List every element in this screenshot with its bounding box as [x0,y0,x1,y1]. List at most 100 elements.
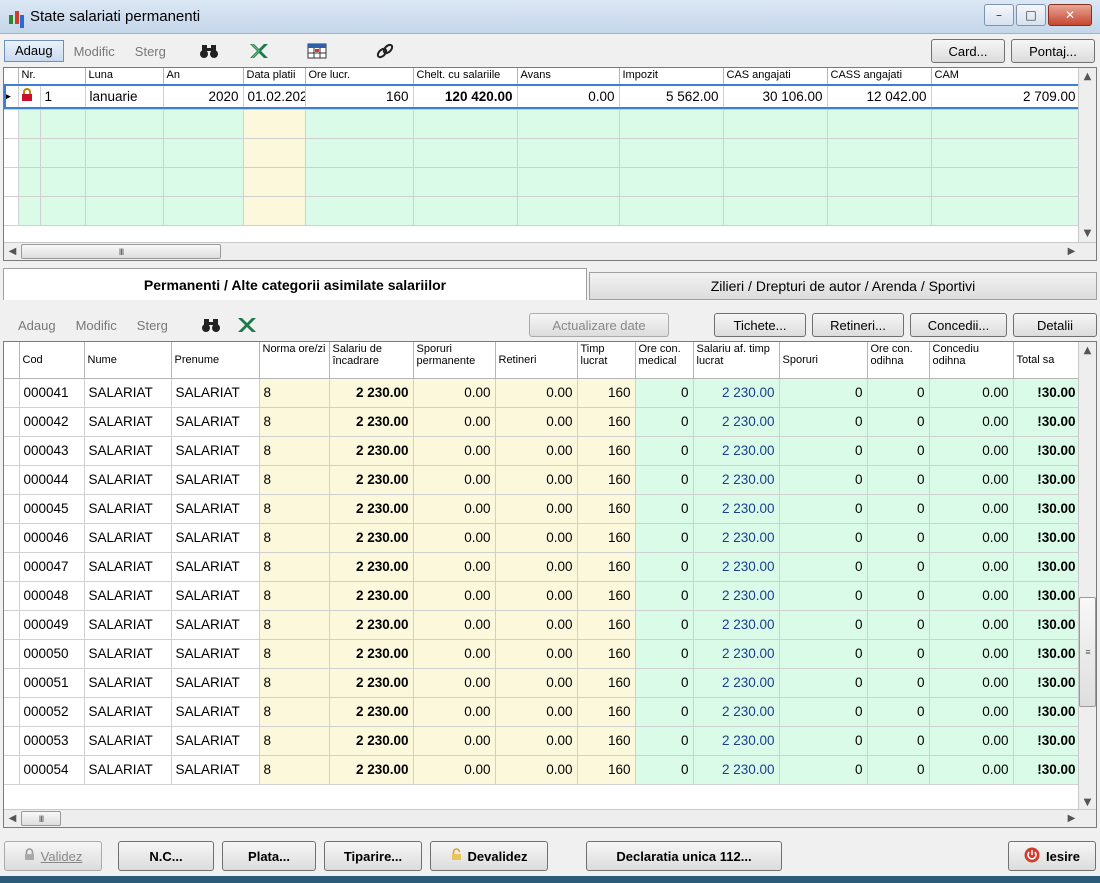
cell-salariu-af[interactable]: 2 230.00 [693,697,780,727]
cell-prenume[interactable]: SALARIAT [171,610,260,640]
plata-button[interactable]: Plata... [222,841,316,871]
cell-total[interactable]: !30.00 [1013,639,1081,669]
cell-salariu[interactable]: 2 230.00 [329,755,414,785]
cell-sporuri[interactable]: 0 [779,436,868,466]
cell-ore-medical[interactable]: 0 [635,523,694,553]
cell-sporuri-permanente[interactable]: 0.00 [413,668,496,698]
cell-cod[interactable]: 000048 [19,581,85,611]
cell-retineri[interactable]: 0.00 [495,552,578,582]
cell-total[interactable]: !30.00 [1013,378,1081,408]
row-indicator[interactable] [4,523,20,553]
cell-luna[interactable]: lanuarie [85,84,164,110]
cell-sporuri-permanente[interactable]: 0.00 [413,755,496,785]
employee-scroll-up-icon[interactable]: ▲ [1079,342,1096,359]
states-selected-row[interactable]: ▶ 1 lanuarie 2020 01.02.2020 160 120 420… [4,84,1081,110]
cell-prenume[interactable]: SALARIAT [171,581,260,611]
cell-cod[interactable]: 000042 [19,407,85,437]
cell-salariu[interactable]: 2 230.00 [329,639,414,669]
cell-timp-lucrat[interactable]: 160 [577,668,636,698]
cell-cam[interactable]: 2 709.00 [931,84,1081,110]
cell-prenume[interactable]: SALARIAT [171,378,260,408]
cell-an[interactable]: 2020 [163,84,244,110]
cell-ore-odihna[interactable]: 0 [867,523,930,553]
cell-salariu[interactable]: 2 230.00 [329,610,414,640]
cell-ore-odihna[interactable]: 0 [867,494,930,524]
cell-sporuri-permanente[interactable]: 0.00 [413,726,496,756]
cell-prenume[interactable]: SALARIAT [171,407,260,437]
employee-scroll-right-icon[interactable]: ▶ [1063,810,1080,827]
employee-vscroll-thumb[interactable]: ≡ [1079,597,1096,707]
employees-horizontal-scrollbar[interactable]: ◀ III ▶ [4,809,1096,827]
cell-nume[interactable]: SALARIAT [84,639,172,669]
cell-salariu[interactable]: 2 230.00 [329,465,414,495]
nc-button[interactable]: N.C... [118,841,214,871]
cell-ore-odihna[interactable]: 0 [867,697,930,727]
cell-ore-medical[interactable]: 0 [635,755,694,785]
cell-salariu[interactable]: 2 230.00 [329,726,414,756]
cell-chelt[interactable]: 120 420.00 [413,84,518,110]
cell-timp-lucrat[interactable]: 160 [577,581,636,611]
cell-nume[interactable]: SALARIAT [84,436,172,466]
cell-norma[interactable]: 8 [259,668,330,698]
cell-timp-lucrat[interactable]: 160 [577,494,636,524]
cell-total[interactable]: !30.00 [1013,552,1081,582]
employee-row[interactable]: 000043 SALARIAT SALARIAT 8 2 230.00 0.00 0.00 1… [4,436,1081,466]
cell-timp-lucrat[interactable]: 160 [577,755,636,785]
cell-ore-medical[interactable]: 0 [635,610,694,640]
detalii-button[interactable]: Detalii [1013,313,1097,337]
cell-norma[interactable]: 8 [259,697,330,727]
employee-row[interactable]: 000052 SALARIAT SALARIAT 8 2 230.00 0.00 0.00 1… [4,697,1081,727]
cell-sporuri[interactable]: 0 [779,697,868,727]
cell-timp-lucrat[interactable]: 160 [577,639,636,669]
cell-ore-odihna[interactable]: 0 [867,378,930,408]
minimize-icon[interactable]: – [984,4,1014,26]
employee-row[interactable]: 000045 SALARIAT SALARIAT 8 2 230.00 0.00 0.00 1… [4,494,1081,524]
cell-norma[interactable]: 8 [259,581,330,611]
cell-norma[interactable]: 8 [259,639,330,669]
employee-row[interactable]: 000050 SALARIAT SALARIAT 8 2 230.00 0.00 0.00 1… [4,639,1081,669]
cell-ore-odihna[interactable]: 0 [867,436,930,466]
cell-timp-lucrat[interactable]: 160 [577,436,636,466]
cell-salariu-af[interactable]: 2 230.00 [693,668,780,698]
validez-button[interactable]: Validez [4,841,102,871]
scroll-right-icon[interactable]: ▶ [1063,243,1080,260]
cell-norma[interactable]: 8 [259,726,330,756]
cell-timp-lucrat[interactable]: 160 [577,523,636,553]
cell-total[interactable]: !30.00 [1013,436,1081,466]
employee-row[interactable]: 000047 SALARIAT SALARIAT 8 2 230.00 0.00 0.00 1… [4,552,1081,582]
cell-retineri[interactable]: 0.00 [495,639,578,669]
cell-concediu-odihna[interactable]: 0.00 [929,465,1014,495]
cell-cod[interactable]: 000052 [19,697,85,727]
cell-nume[interactable]: SALARIAT [84,697,172,727]
states-vertical-scrollbar[interactable]: ▲ ▼ [1078,68,1096,242]
cell-norma[interactable]: 8 [259,494,330,524]
cell-nume[interactable]: SALARIAT [84,523,172,553]
cell-sporuri[interactable]: 0 [779,726,868,756]
cell-sporuri-permanente[interactable]: 0.00 [413,407,496,437]
states-add-button[interactable]: Adaug [4,40,64,62]
cell-prenume[interactable]: SALARIAT [171,523,260,553]
row-indicator[interactable] [4,639,20,669]
row-indicator[interactable] [4,552,20,582]
cell-concediu-odihna[interactable]: 0.00 [929,378,1014,408]
cell-total[interactable]: !30.00 [1013,668,1081,698]
cell-salariu-af[interactable]: 2 230.00 [693,581,780,611]
row-indicator[interactable] [4,407,20,437]
states-delete-button[interactable]: Sterg [125,44,176,59]
cell-concediu-odihna[interactable]: 0.00 [929,610,1014,640]
cell-salariu[interactable]: 2 230.00 [329,552,414,582]
tichete-button[interactable]: Tichete... [714,313,806,337]
cell-data-platii[interactable]: 01.02.2020 [243,84,306,110]
cell-total[interactable]: !30.00 [1013,697,1081,727]
cell-sporuri[interactable]: 0 [779,407,868,437]
cell-nume[interactable]: SALARIAT [84,581,172,611]
cell-sporuri[interactable]: 0 [779,581,868,611]
cell-sporuri-permanente[interactable]: 0.00 [413,697,496,727]
cell-cod[interactable]: 000050 [19,639,85,669]
row-indicator[interactable] [4,378,20,408]
employee-row[interactable]: 000054 SALARIAT SALARIAT 8 2 230.00 0.00 0.00 1… [4,755,1081,785]
cell-prenume[interactable]: SALARIAT [171,726,260,756]
cell-cod[interactable]: 000051 [19,668,85,698]
cell-timp-lucrat[interactable]: 160 [577,552,636,582]
cell-cod[interactable]: 000046 [19,523,85,553]
